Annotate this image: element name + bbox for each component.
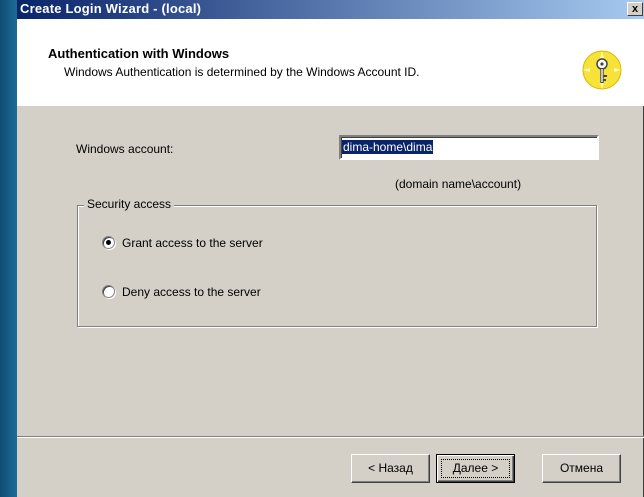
close-icon: x xyxy=(631,3,639,15)
next-button[interactable]: Далее > xyxy=(436,454,515,483)
footer-divider-highlight xyxy=(17,437,644,438)
wizard-header: Authentication with Windows Windows Auth… xyxy=(17,19,644,106)
close-button[interactable]: x xyxy=(627,2,643,16)
windows-account-label: Windows account: xyxy=(76,142,174,156)
deny-access-label[interactable]: Deny access to the server xyxy=(122,285,261,299)
grant-access-label[interactable]: Grant access to the server xyxy=(122,236,263,250)
grant-access-radio[interactable] xyxy=(102,236,115,249)
windows-account-input[interactable]: dima-home\dima xyxy=(339,135,599,160)
security-access-legend: Security access xyxy=(84,197,175,211)
title-bar[interactable]: Create Login Wizard - (local) x xyxy=(17,0,644,19)
back-button[interactable]: < Назад xyxy=(351,454,430,483)
security-access-group xyxy=(77,205,597,327)
focus-rectangle xyxy=(441,459,510,478)
windows-account-value: dima-home\dima xyxy=(342,140,434,154)
cancel-button[interactable]: Отмена xyxy=(542,454,621,483)
wizard-dialog: Create Login Wizard - (local) x Authenti… xyxy=(17,0,644,497)
key-icon xyxy=(582,50,622,90)
page-subtitle: Windows Authentication is determined by … xyxy=(64,65,420,79)
radio-selected-dot xyxy=(106,240,111,245)
header-divider xyxy=(17,105,644,106)
account-format-hint: (domain name\account) xyxy=(395,177,522,191)
page-title: Authentication with Windows xyxy=(48,46,230,61)
deny-access-radio[interactable] xyxy=(102,285,115,298)
window-title: Create Login Wizard - (local) xyxy=(20,1,202,16)
desktop-background-strip xyxy=(0,0,17,497)
